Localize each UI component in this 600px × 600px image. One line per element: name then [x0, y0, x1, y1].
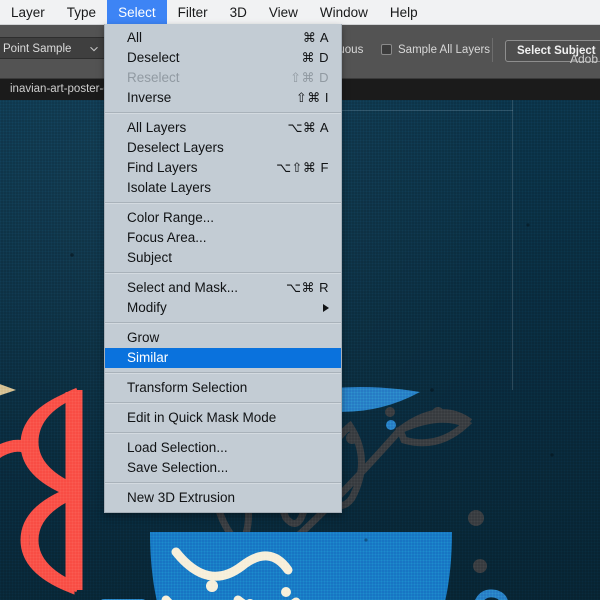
menu-item-transform-selection[interactable]: Transform Selection: [105, 378, 341, 398]
menu-separator: [105, 432, 341, 434]
menu-item-label: Select and Mask...: [127, 280, 239, 295]
menu-item-color-range[interactable]: Color Range...: [105, 208, 341, 228]
menu-item-save-selection[interactable]: Save Selection...: [105, 458, 341, 478]
menubar-item-label: Layer: [11, 4, 45, 20]
menu-item-shortcut: ⌘ D: [301, 50, 329, 65]
menu-item-shortcut: ⌘ A: [302, 30, 329, 45]
menu-item-label: Similar: [127, 350, 169, 365]
selection-guide-horizontal: [340, 110, 513, 111]
sample-size-value: Point Sample: [3, 43, 72, 55]
menu-bar: Layer Type Select Filter 3D View Window Help: [0, 0, 600, 25]
menu-item-modify[interactable]: Modify: [105, 298, 341, 318]
menu-item-label: Transform Selection: [127, 380, 248, 395]
menu-item-deselect-layers[interactable]: Deselect Layers: [105, 138, 341, 158]
menu-item-label: All Layers: [127, 120, 187, 135]
menu-item-reselect: Reselect ⇧⌘ D: [105, 68, 341, 88]
menu-item-label: Inverse: [127, 90, 172, 105]
menu-separator: [105, 372, 341, 374]
menu-item-label: Edit in Quick Mask Mode: [127, 410, 277, 425]
menu-item-label: Deselect Layers: [127, 140, 224, 155]
menubar-item-help[interactable]: Help: [379, 0, 429, 24]
menu-item-label: New 3D Extrusion: [127, 490, 236, 505]
menu-separator: [105, 112, 341, 114]
menu-item-label: Isolate Layers: [127, 180, 212, 195]
sample-size-dropdown[interactable]: Point Sample: [0, 37, 106, 59]
menu-item-label: Subject: [127, 250, 173, 265]
menu-item-isolate-layers[interactable]: Isolate Layers: [105, 178, 341, 198]
menu-item-label: Find Layers: [127, 160, 198, 175]
menu-item-similar[interactable]: Similar: [105, 348, 341, 368]
menu-item-inverse[interactable]: Inverse ⇧⌘ I: [105, 88, 341, 108]
menu-separator: [105, 402, 341, 404]
menu-item-label: Save Selection...: [127, 460, 229, 475]
menu-separator: [105, 272, 341, 274]
menu-item-all[interactable]: All ⌘ A: [105, 28, 341, 48]
menu-item-all-layers[interactable]: All Layers ⌥⌘ A: [105, 118, 341, 138]
menu-separator: [105, 202, 341, 204]
menu-item-new-3d-extrusion[interactable]: New 3D Extrusion: [105, 488, 341, 508]
menubar-item-window[interactable]: Window: [309, 0, 379, 24]
menu-item-label: Deselect: [127, 50, 180, 65]
menubar-item-label: Window: [319, 4, 368, 20]
menu-item-focus-area[interactable]: Focus Area...: [105, 228, 341, 248]
menu-item-select-and-mask[interactable]: Select and Mask... ⌥⌘ R: [105, 278, 341, 298]
menubar-item-label: Help: [389, 4, 418, 20]
menubar-item-label: Type: [66, 4, 97, 20]
menu-item-shortcut: ⌥⌘ R: [286, 280, 329, 295]
menubar-item-label: Filter: [177, 4, 208, 20]
menubar-item-label: 3D: [229, 4, 247, 20]
menubar-item-3d[interactable]: 3D: [219, 0, 258, 24]
sample-all-layers-label: Sample All Layers: [398, 44, 491, 56]
menubar-item-type[interactable]: Type: [56, 0, 107, 24]
menu-item-label: Load Selection...: [127, 440, 228, 455]
selection-guide-vertical: [512, 100, 513, 390]
submenu-arrow-icon: [323, 304, 329, 312]
menubar-item-layer[interactable]: Layer: [0, 0, 56, 24]
menu-item-label: Reselect: [127, 70, 180, 85]
menu-item-label: Modify: [127, 300, 167, 315]
menu-item-shortcut: ⇧⌘ D: [290, 70, 329, 85]
select-menu-dropdown: All ⌘ A Deselect ⌘ D Reselect ⇧⌘ D Inverse ⇧⌘ I…: [104, 24, 342, 513]
menu-separator: [105, 482, 341, 484]
menubar-item-view[interactable]: View: [258, 0, 309, 24]
photoshop-window: inavian-art-poster-design.psd @ 100% (OR: [0, 0, 600, 600]
menubar-item-select[interactable]: Select: [107, 0, 167, 24]
menu-item-label: Color Range...: [127, 210, 215, 225]
menu-item-shortcut: ⇧⌘ I: [295, 90, 329, 105]
menu-item-deselect[interactable]: Deselect ⌘ D: [105, 48, 341, 68]
menu-separator: [105, 322, 341, 324]
chevron-down-icon: [90, 47, 98, 52]
menu-item-edit-in-quick-mask-mode[interactable]: Edit in Quick Mask Mode: [105, 408, 341, 428]
menu-item-label: Grow: [127, 330, 160, 345]
menubar-item-filter[interactable]: Filter: [167, 0, 219, 24]
menubar-item-label: Select: [118, 4, 156, 20]
menu-item-find-layers[interactable]: Find Layers ⌥⇧⌘ F: [105, 158, 341, 178]
menu-item-shortcut: ⌥⌘ A: [287, 120, 329, 135]
menu-item-shortcut: ⌥⇧⌘ F: [276, 160, 329, 175]
menu-item-label: Focus Area...: [127, 230, 207, 245]
application-name-label: Adob: [569, 52, 598, 66]
sample-all-layers-checkbox[interactable]: [381, 44, 392, 55]
menu-item-load-selection[interactable]: Load Selection...: [105, 438, 341, 458]
options-divider: [492, 38, 493, 62]
menu-item-subject[interactable]: Subject: [105, 248, 341, 268]
menu-item-grow[interactable]: Grow: [105, 328, 341, 348]
menu-item-label: All: [127, 30, 143, 45]
menubar-item-label: View: [268, 4, 298, 20]
